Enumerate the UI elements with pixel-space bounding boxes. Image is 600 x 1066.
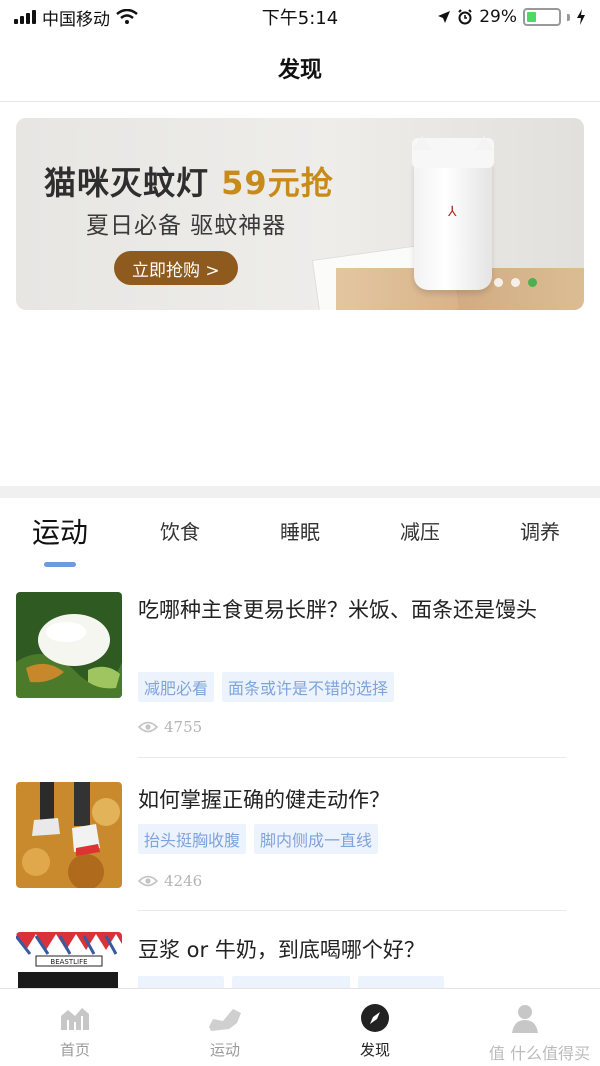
shoe-icon	[165, 1001, 285, 1035]
page-title: 发现	[277, 57, 322, 83]
article-thumbnail	[16, 592, 122, 698]
carrier-label: 中国移动	[42, 9, 110, 30]
tab-sport[interactable]: 运动	[28, 511, 92, 551]
banner-title: 猫咪灭蚊灯 59元抢	[44, 158, 334, 204]
tabbar-label: 首页	[59, 1041, 90, 1059]
tabbar-item-sport[interactable]: 运动	[165, 1001, 285, 1060]
lamp-ear-right	[474, 136, 494, 150]
view-count: 4755	[138, 718, 202, 736]
tab-stress[interactable]: 减压	[390, 516, 450, 545]
eye-icon	[138, 875, 158, 887]
person-icon	[465, 1001, 585, 1035]
location-arrow-icon	[438, 11, 451, 23]
article-tag[interactable]	[232, 976, 350, 988]
tabbar-item-discover[interactable]: 发现	[315, 1001, 435, 1060]
status-bar: 中国移动 下午5:14 29%	[0, 0, 600, 34]
carousel-dot[interactable]	[494, 278, 503, 287]
lamp-ear-left	[412, 136, 432, 150]
signal-icon	[14, 10, 36, 24]
article-title[interactable]: 豆浆 or 牛奶，到底喝哪个好？	[138, 932, 562, 968]
article-tags: 抬头挺胸收腹 脚内侧成一直线	[138, 824, 379, 854]
list-item[interactable]: 如何掌握正确的健走动作？ 抬头挺胸收腹 脚内侧成一直线 4246	[16, 782, 568, 902]
article-thumbnail	[16, 782, 122, 888]
eye-icon	[138, 721, 158, 733]
list-item[interactable]: 吃哪种主食更易长胖？米饭、面条还是馒头 减肥必看 面条或许是不错的选择 4755	[16, 592, 568, 752]
article-tag[interactable]: 面条或许是不错的选择	[222, 672, 395, 702]
tab-sleep[interactable]: 睡眠	[270, 516, 330, 545]
battery-cap	[567, 13, 570, 21]
article-tag[interactable]: 脚内侧成一直线	[254, 824, 379, 854]
article-thumbnail: BEASTLIFE	[16, 932, 122, 988]
carousel-indicator	[494, 278, 537, 287]
wifi-icon	[116, 9, 138, 24]
banner-price: 59元抢	[221, 164, 334, 202]
list-item[interactable]: BEASTLIFE 豆浆 or 牛奶，到底喝哪个好？	[16, 932, 568, 988]
article-tag[interactable]: 抬头挺胸收腹	[138, 824, 247, 854]
tab-diet[interactable]: 饮食	[150, 516, 210, 545]
tab-care[interactable]: 调养	[510, 516, 570, 545]
carousel-dot[interactable]	[511, 278, 520, 287]
chart-icon	[15, 1001, 135, 1035]
view-count: 4246	[138, 872, 202, 890]
banner-subtitle: 夏日必备 驱蚊神器	[86, 213, 287, 239]
list-divider	[138, 757, 566, 758]
promo-banner[interactable]: ⅄ 猫咪灭蚊灯 59元抢 夏日必备 驱蚊神器 立即抢购 >	[16, 118, 584, 310]
article-tag[interactable]	[358, 976, 444, 988]
nav-bar: 发现	[0, 34, 600, 102]
battery-icon	[523, 8, 561, 26]
article-tag[interactable]: 减肥必看	[138, 672, 215, 702]
watermark: 值 什么值得买	[488, 1044, 590, 1063]
tabbar-item-home[interactable]: 首页	[15, 1001, 135, 1060]
tabbar-item-profile[interactable]	[465, 1001, 585, 1039]
tabbar-label: 运动	[209, 1041, 240, 1059]
article-title[interactable]: 吃哪种主食更易长胖？米饭、面条还是馒头	[138, 592, 562, 628]
thumbnail-brand-text: BEASTLIFE	[50, 958, 87, 966]
status-right: 29%	[437, 7, 586, 27]
category-tabs: 运动 饮食 睡眠 减压 调养	[0, 498, 600, 574]
section-divider	[0, 486, 600, 498]
carousel-dot-active[interactable]	[528, 278, 537, 287]
article-tag[interactable]	[138, 976, 224, 988]
banner-title-text: 猫咪灭蚊灯	[44, 164, 210, 202]
active-tab-indicator	[44, 562, 76, 567]
article-title[interactable]: 如何掌握正确的健走动作？	[138, 782, 562, 818]
charging-icon	[577, 9, 585, 25]
compass-icon	[315, 1001, 435, 1035]
lamp-logo-icon: ⅄	[448, 204, 457, 220]
status-left: 中国移动	[14, 5, 138, 30]
alarm-icon	[458, 9, 472, 25]
mosquito-lamp-image	[414, 158, 492, 290]
tabbar-label: 发现	[359, 1041, 390, 1059]
battery-percent: 29%	[479, 7, 517, 27]
view-count-value: 4246	[164, 872, 203, 890]
list-divider	[138, 910, 566, 911]
buy-now-button[interactable]: 立即抢购 >	[114, 251, 238, 285]
view-count-value: 4755	[164, 718, 203, 736]
article-tags: 减肥必看 面条或许是不错的选择	[138, 672, 395, 702]
article-tags	[138, 976, 444, 988]
